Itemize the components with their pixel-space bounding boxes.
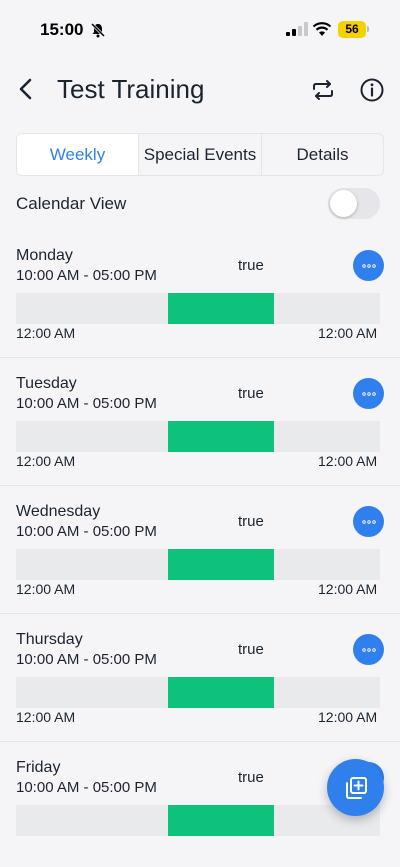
timeline-end-label: 12:00 AM — [318, 453, 378, 469]
active-range-bar — [168, 549, 274, 580]
day-row-thursday: Thursday 10:00 AM - 05:00 PM true 12:00 … — [0, 614, 400, 742]
active-range-bar — [168, 805, 274, 836]
page-title: Test Training — [57, 74, 205, 104]
battery-icon: 56 — [338, 21, 366, 38]
calendar-view-label: Calendar View — [16, 194, 127, 213]
add-copy-icon — [345, 776, 367, 799]
day-active-status: true — [238, 513, 264, 530]
more-icon — [361, 391, 376, 396]
tab-bar: Weekly Special Events Details — [16, 133, 384, 176]
day-active-status: true — [238, 385, 264, 402]
day-timeline — [16, 549, 380, 580]
active-range-bar — [168, 677, 274, 708]
status-bar: 15:00 56 — [0, 0, 400, 58]
status-time: 15:00 — [40, 20, 84, 39]
calendar-view-toggle[interactable] — [328, 188, 380, 219]
battery-tip — [367, 26, 369, 32]
more-options-button[interactable] — [353, 250, 384, 281]
add-copy-button[interactable] — [327, 759, 384, 816]
more-options-button[interactable] — [353, 634, 384, 665]
day-name: Wednesday — [16, 503, 101, 520]
day-name: Tuesday — [16, 375, 77, 392]
day-hours: 10:00 AM - 05:00 PM — [16, 523, 157, 540]
tab-details[interactable]: Details — [262, 134, 383, 175]
day-active-status: true — [238, 641, 264, 658]
day-hours: 10:00 AM - 05:00 PM — [16, 779, 157, 796]
back-icon[interactable] — [14, 76, 40, 102]
more-icon — [361, 647, 376, 652]
day-row-monday: Monday 10:00 AM - 05:00 PM true 12:00 AM… — [0, 230, 400, 358]
timeline-start-label: 12:00 AM — [16, 453, 76, 469]
more-options-button[interactable] — [353, 378, 384, 409]
more-options-button[interactable] — [353, 506, 384, 537]
day-hours: 10:00 AM - 05:00 PM — [16, 395, 157, 412]
info-icon[interactable] — [358, 76, 386, 104]
day-row-wednesday: Wednesday 10:00 AM - 05:00 PM true 12:00… — [0, 486, 400, 614]
day-row-tuesday: Tuesday 10:00 AM - 05:00 PM true 12:00 A… — [0, 358, 400, 486]
timeline-end-label: 12:00 AM — [318, 325, 378, 341]
day-name: Monday — [16, 247, 73, 264]
day-name: Friday — [16, 759, 61, 776]
day-hours: 10:00 AM - 05:00 PM — [16, 267, 157, 284]
timeline-end-label: 12:00 AM — [318, 581, 378, 597]
timeline-start-label: 12:00 AM — [16, 709, 76, 725]
tab-special-events[interactable]: Special Events — [139, 134, 262, 175]
day-timeline — [16, 421, 380, 452]
signal-icon — [286, 22, 308, 36]
day-active-status: true — [238, 257, 264, 274]
day-timeline — [16, 293, 380, 324]
timeline-start-label: 12:00 AM — [16, 581, 76, 597]
timeline-end-label: 12:00 AM — [318, 709, 378, 725]
repeat-icon[interactable] — [309, 76, 337, 104]
wifi-icon — [312, 22, 332, 36]
timeline-start-label: 12:00 AM — [16, 325, 76, 341]
tab-weekly[interactable]: Weekly — [17, 134, 139, 175]
day-hours: 10:00 AM - 05:00 PM — [16, 651, 157, 668]
more-icon — [361, 263, 376, 268]
day-timeline — [16, 677, 380, 708]
bell-off-icon — [90, 22, 106, 38]
active-range-bar — [168, 421, 274, 452]
more-icon — [361, 519, 376, 524]
day-name: Thursday — [16, 631, 83, 648]
day-active-status: true — [238, 769, 264, 786]
active-range-bar — [168, 293, 274, 324]
toggle-knob — [330, 190, 357, 217]
header: Test Training — [0, 64, 400, 116]
day-timeline — [16, 805, 380, 836]
